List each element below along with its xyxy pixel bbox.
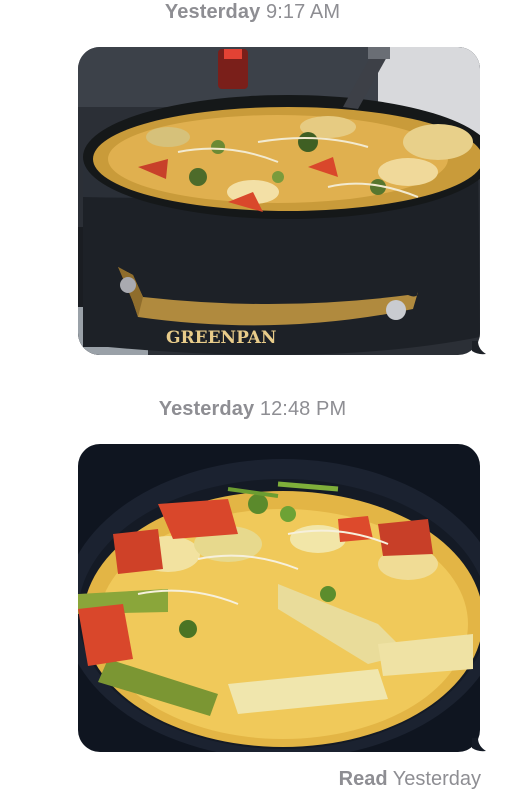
bubble-tail-icon: [472, 738, 486, 752]
message-timestamp: Yesterday 9:17 AM: [0, 1, 505, 24]
image-message-bubble[interactable]: [78, 444, 480, 752]
soup-pot-closeup-photo: [78, 444, 480, 752]
read-time: Yesterday: [392, 768, 481, 790]
timestamp-time: 12:48 PM: [259, 398, 347, 420]
soup-pot-photo: GREENPAN: [78, 47, 480, 355]
timestamp-day: Yesterday: [158, 398, 255, 420]
timestamp-time: 9:17 AM: [266, 1, 341, 23]
message-timestamp: Yesterday 12:48 PM: [0, 398, 505, 421]
read-receipt: Read Yesterday: [339, 768, 481, 791]
pot-brand-text: GREENPAN: [166, 328, 276, 348]
read-status: Read: [338, 768, 388, 790]
timestamp-day: Yesterday: [164, 1, 261, 23]
bubble-tail-icon: [472, 341, 486, 355]
image-message-bubble[interactable]: GREENPAN: [78, 47, 480, 355]
